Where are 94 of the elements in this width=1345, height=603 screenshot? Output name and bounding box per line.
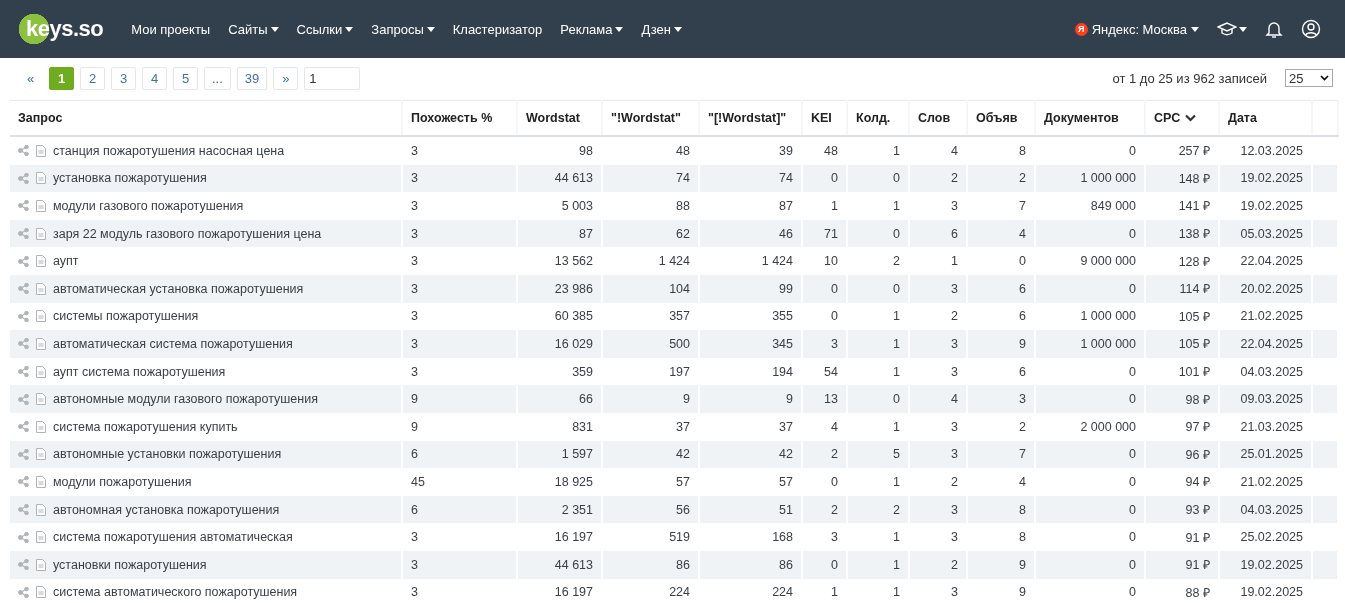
query-text: заря 22 модуль газового пожаротушения цена xyxy=(53,226,322,241)
share-icon[interactable] xyxy=(18,145,29,157)
query-text: автономные установки пожаротушения xyxy=(53,447,282,462)
table-cell: 0 xyxy=(1035,578,1145,603)
document-icon[interactable] xyxy=(36,337,46,350)
share-icon[interactable] xyxy=(18,531,29,543)
document-icon[interactable] xyxy=(36,558,46,571)
document-icon[interactable] xyxy=(36,282,46,295)
nav-menu-item[interactable]: Ссылки xyxy=(296,21,354,37)
share-icon[interactable] xyxy=(18,366,29,378)
share-icon[interactable] xyxy=(18,393,29,405)
caret-icon xyxy=(426,26,435,32)
region-selector[interactable]: Я Яндекс: Москва xyxy=(1074,21,1199,37)
table-cell: 88 ₽ xyxy=(1145,578,1219,603)
document-icon[interactable] xyxy=(36,503,46,516)
page-link[interactable]: ... xyxy=(204,66,231,90)
caret-icon xyxy=(1191,26,1199,32)
table-cell: 224 xyxy=(699,578,802,603)
share-icon[interactable] xyxy=(18,172,29,184)
page-number-input[interactable]: 1 xyxy=(304,66,361,90)
document-icon[interactable] xyxy=(36,172,46,185)
nav-menu-item[interactable]: Мои проекты xyxy=(131,21,211,37)
table-cell: 9 xyxy=(967,578,1035,603)
nav-menu-item[interactable]: Сайты xyxy=(228,21,279,37)
share-icon[interactable] xyxy=(18,255,29,267)
document-icon[interactable] xyxy=(36,255,46,268)
query-text: установки пожаротушения xyxy=(53,557,207,572)
query-text: установка пожаротушения xyxy=(53,171,207,186)
sort-chevron-icon xyxy=(1185,114,1197,122)
share-icon[interactable] xyxy=(18,586,29,598)
share-icon[interactable] xyxy=(18,448,29,460)
table-cell: 3 xyxy=(909,578,967,603)
caret-icon xyxy=(1239,26,1247,32)
table-cell: 3 xyxy=(402,578,517,603)
query-text: автономная установка пожаротушения xyxy=(53,502,280,517)
document-icon[interactable] xyxy=(36,531,46,544)
share-icon[interactable] xyxy=(18,310,29,322)
query-text: аупт система пожаротушения xyxy=(53,364,226,379)
table-cell: 16 197 xyxy=(517,578,602,603)
page-link[interactable]: 39 xyxy=(236,66,268,90)
page-link[interactable]: 3 xyxy=(111,66,136,90)
page-size-select[interactable]: 25 xyxy=(1285,69,1333,87)
graduation-cap-icon xyxy=(1217,22,1237,36)
query-text: система пожаротушения автоматическая xyxy=(53,530,293,545)
nav-menu-item[interactable]: Реклама xyxy=(560,21,624,37)
query-text: система пожаротушения купить xyxy=(53,419,238,434)
query-text: аупт xyxy=(53,254,79,269)
caret-icon xyxy=(270,26,279,32)
page-link[interactable]: 4 xyxy=(142,66,167,90)
page-link[interactable]: 5 xyxy=(173,66,198,90)
nav-menu-item[interactable]: Запросы xyxy=(371,21,435,37)
document-icon[interactable] xyxy=(36,393,46,406)
user-account-icon[interactable] xyxy=(1301,19,1321,39)
caret-icon xyxy=(345,26,354,32)
table-cell: 19.02.2025 xyxy=(1219,578,1312,603)
query-text: автоматическая система пожаротушения xyxy=(53,336,293,351)
share-icon[interactable] xyxy=(18,228,29,240)
share-icon[interactable] xyxy=(18,283,29,295)
query-text: системы пожаротушения xyxy=(53,309,199,324)
caret-icon xyxy=(615,26,624,32)
table-cell: 224 xyxy=(602,578,699,603)
page-link[interactable]: 2 xyxy=(80,66,105,90)
query-text: автономные модули газового пожаротушения xyxy=(53,392,318,407)
chevron-down-icon xyxy=(1320,75,1329,81)
nav-menu-item[interactable]: Кластеризатор xyxy=(452,21,543,37)
document-icon[interactable] xyxy=(36,365,46,378)
document-icon[interactable] xyxy=(36,586,46,599)
document-icon[interactable] xyxy=(36,200,46,212)
share-icon[interactable] xyxy=(18,338,29,350)
query-text: модули пожаротушения xyxy=(53,474,192,489)
caret-icon xyxy=(673,26,682,32)
table-cell: 1 xyxy=(802,578,847,603)
table-cell: 1 xyxy=(847,578,909,603)
document-icon[interactable] xyxy=(36,144,46,157)
share-icon[interactable] xyxy=(18,504,29,515)
document-icon[interactable] xyxy=(36,448,46,461)
document-icon[interactable] xyxy=(36,227,46,240)
search-engine-badge: Я xyxy=(1074,22,1088,36)
nav-menu-item[interactable]: Дзен xyxy=(641,21,682,37)
share-icon[interactable] xyxy=(18,476,29,488)
document-icon[interactable] xyxy=(36,475,46,488)
education-menu[interactable] xyxy=(1217,22,1247,36)
share-icon[interactable] xyxy=(18,421,29,433)
bell-icon[interactable] xyxy=(1265,19,1283,39)
document-icon[interactable] xyxy=(36,420,46,433)
document-icon[interactable] xyxy=(36,310,46,323)
query-text: станция пожаротушения насосная цена xyxy=(53,143,285,158)
share-icon[interactable] xyxy=(18,200,29,212)
share-icon[interactable] xyxy=(18,559,29,571)
query-text: модули газового пожаротушения xyxy=(53,199,244,213)
records-summary: от 1 до 25 из 962 записей xyxy=(1112,70,1267,86)
query-text: система автоматического пожаротушения xyxy=(53,585,298,600)
next-page-link[interactable]: » xyxy=(273,66,299,90)
query-text: автоматическая установка пожаротушения xyxy=(53,281,304,296)
